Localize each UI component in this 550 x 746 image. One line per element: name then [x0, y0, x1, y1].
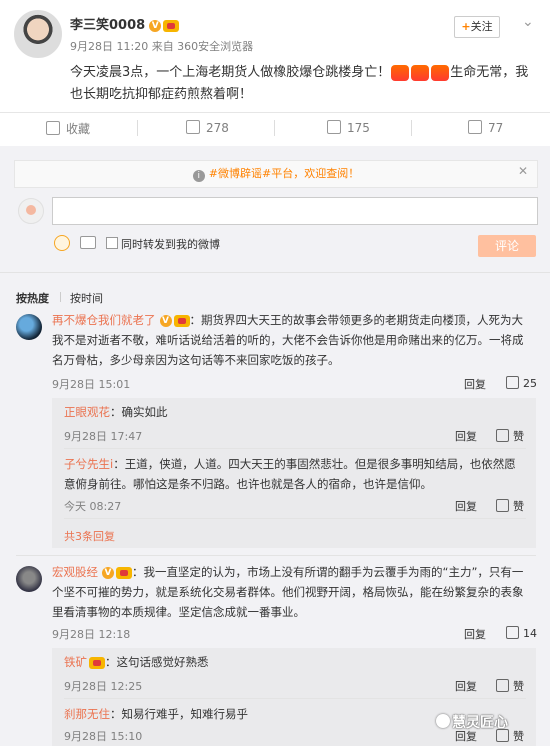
- emoji-icon: [411, 64, 430, 81]
- chevron-down-icon[interactable]: ⌄: [522, 14, 534, 30]
- sort-by-time[interactable]: 按时间: [70, 290, 103, 306]
- reply-button[interactable]: 回复: [455, 498, 477, 514]
- reply-time: 9月28日 15:10: [64, 730, 143, 743]
- forward-checkbox[interactable]: [106, 237, 118, 249]
- vip-crown-icon: [116, 566, 132, 579]
- replier-name[interactable]: 铁矿: [64, 655, 87, 669]
- vip-crown-icon: [173, 314, 190, 327]
- comment-text: 宏观股经 V ：我一直坚定的认为，市场上没有所谓的翻手为云覆手为雨的“主力”，只有一…: [52, 565, 524, 619]
- collect-button[interactable]: 收藏: [46, 120, 90, 137]
- comment-like-button[interactable]: 14: [506, 626, 537, 640]
- reply-text: 正眼观花：确实如此: [64, 405, 168, 419]
- watermark: 慧灵匠心: [452, 715, 508, 731]
- reply-time: 9月28日 17:47: [64, 430, 143, 443]
- emoji-icon: [431, 64, 450, 81]
- thumb-up-icon: [506, 376, 519, 389]
- verified-icon: V: [102, 566, 114, 579]
- like-button[interactable]: 77: [468, 120, 503, 135]
- comment-input[interactable]: [52, 197, 538, 225]
- reply-time: 今天 08:27: [64, 500, 122, 513]
- author-name[interactable]: 李三笑0008: [70, 18, 145, 33]
- thumb-up-icon: [496, 429, 509, 442]
- replier-name[interactable]: 子兮先生i: [64, 457, 113, 471]
- action-bar: 收藏 278 175 77: [0, 112, 550, 142]
- watermark-logo-icon: [436, 714, 450, 728]
- comment-text: 再不爆仓我们就老了 V ：期货界四大天王的故事会带领更多的老期货走向楼顶，人死为大我…: [52, 313, 524, 367]
- reply-like-button[interactable]: 赞: [496, 498, 524, 514]
- emoji-icon: [391, 64, 410, 81]
- divider: [0, 272, 550, 273]
- sort-by-hot[interactable]: 按热度: [16, 290, 49, 306]
- comment-icon: [327, 120, 341, 134]
- rumor-notice[interactable]: i #微博辟谣#平台，欢迎查阅！: [14, 160, 538, 188]
- submit-comment-button[interactable]: 评论: [478, 235, 536, 257]
- vip-crown-icon: [89, 656, 105, 669]
- reply-like-button[interactable]: 赞: [496, 428, 524, 444]
- my-avatar: [18, 198, 44, 224]
- commenter-name[interactable]: 再不爆仓我们就老了: [52, 313, 156, 327]
- reply-button[interactable]: 回复: [464, 626, 486, 642]
- vip-crown-icon: [163, 19, 180, 32]
- reply-text: 刹那无住：知易行难乎，知难行易乎: [64, 707, 248, 721]
- emoji-picker-icon[interactable]: [54, 235, 70, 251]
- reply-like-button[interactable]: 赞: [496, 678, 524, 694]
- thumb-up-icon: [468, 120, 482, 134]
- replier-name[interactable]: 正眼观花: [64, 405, 110, 419]
- more-replies-link[interactable]: 共3条回复: [64, 528, 115, 544]
- comment-time: 9月28日 12:18: [52, 628, 131, 641]
- post-meta: 9月28日 11:20 来自 360安全浏览器: [70, 40, 254, 53]
- close-icon[interactable]: ✕: [518, 164, 528, 178]
- post-text: 今天凌晨3点，一个上海老期货人做橡胶爆仓跳楼身亡！ 生命无常，我也长期吃抗抑郁症药…: [70, 64, 529, 102]
- forward-checkbox-label: 同时转发到我的微博: [121, 238, 220, 251]
- thumb-up-icon: [506, 626, 519, 639]
- comment-time: 9月28日 15:01: [52, 378, 131, 391]
- info-icon: i: [192, 170, 205, 182]
- reply-button[interactable]: 回复: [455, 428, 477, 444]
- forward-icon: [186, 120, 200, 134]
- comment-button[interactable]: 175: [327, 120, 370, 135]
- verified-icon: V: [159, 314, 172, 327]
- reply-text: 子兮先生i：王道，侠道，人道。四大天王的事固然悲壮。但是很多事明知结局，也依然愿…: [64, 457, 516, 491]
- replier-name[interactable]: 刹那无住: [64, 707, 110, 721]
- commenter-avatar[interactable]: [16, 314, 42, 340]
- commenter-avatar[interactable]: [16, 566, 42, 592]
- follow-button[interactable]: +关注: [454, 16, 500, 38]
- thumb-up-icon: [496, 679, 509, 692]
- comment-like-button[interactable]: 25: [506, 376, 537, 390]
- reply-time: 9月28日 12:25: [64, 680, 143, 693]
- thumb-up-icon: [496, 499, 509, 512]
- author-avatar[interactable]: [14, 10, 62, 58]
- reply-text: 铁矿 ：这句话感觉好熟悉: [64, 655, 209, 669]
- commenter-name[interactable]: 宏观股经: [52, 565, 98, 579]
- reply-button[interactable]: 回复: [464, 376, 486, 392]
- verified-icon: V: [149, 19, 162, 32]
- image-upload-icon[interactable]: [80, 236, 96, 249]
- reply-button[interactable]: 回复: [455, 678, 477, 694]
- forward-button[interactable]: 278: [186, 120, 229, 135]
- plus-icon: +: [461, 20, 471, 33]
- star-icon: [46, 121, 60, 135]
